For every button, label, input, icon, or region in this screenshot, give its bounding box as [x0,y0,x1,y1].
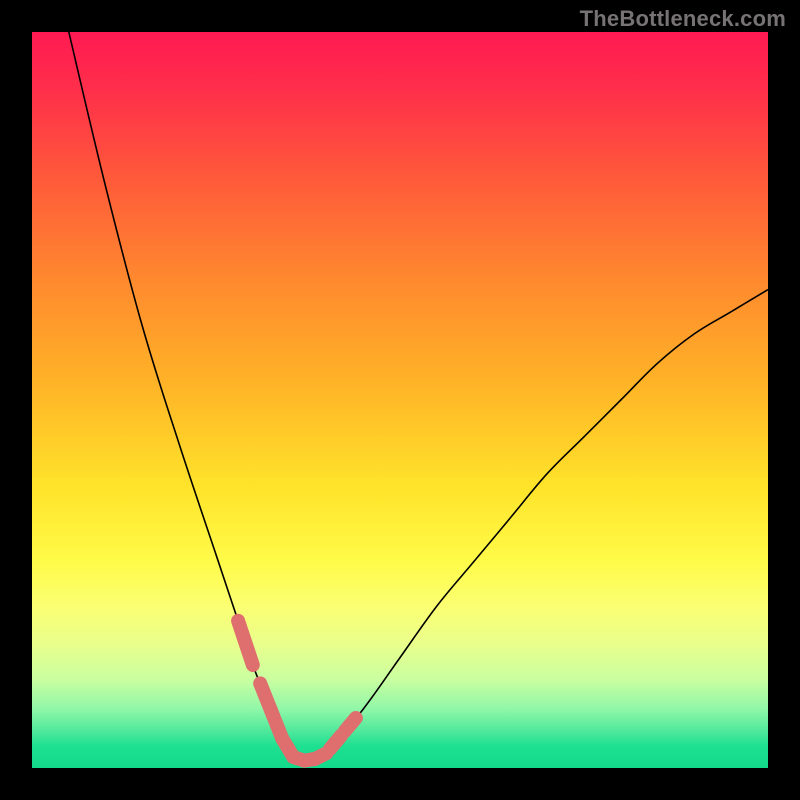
valley-highlight-segment [345,718,356,731]
watermark-text: TheBottleneck.com [580,6,786,32]
curve-layer [32,32,768,768]
valley-highlight-segment [238,621,253,665]
plot-area [32,32,768,768]
valley-highlight-group [238,621,356,761]
valley-highlight-segment [330,736,341,749]
bottleneck-curve [69,32,768,762]
chart-frame: TheBottleneck.com [0,0,800,800]
valley-highlight-segment [315,753,326,759]
